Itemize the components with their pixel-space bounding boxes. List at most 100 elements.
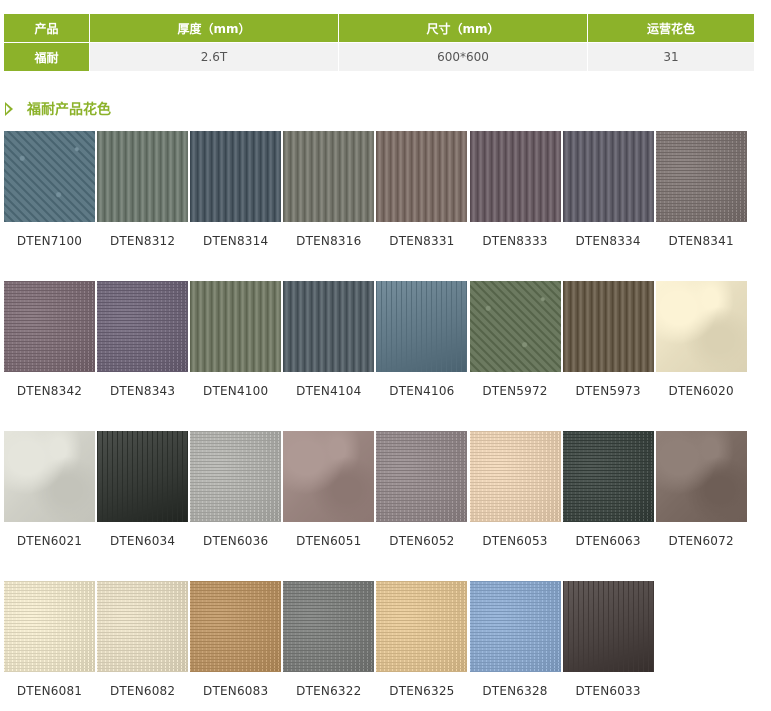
swatch-card[interactable]: DTEN6325 <box>376 581 468 711</box>
swatch-code: DTEN4106 <box>389 384 455 398</box>
swatch-card[interactable]: DTEN6083 <box>190 581 282 711</box>
swatch-image[interactable] <box>562 131 654 222</box>
swatch-texture <box>376 581 468 672</box>
swatch-image[interactable] <box>562 431 654 522</box>
swatch-image[interactable] <box>469 131 561 222</box>
swatch-card[interactable]: DTEN6036 <box>190 431 282 561</box>
swatch-image[interactable] <box>97 281 189 372</box>
swatch-image[interactable] <box>4 131 95 222</box>
swatch-card[interactable]: DTEN8341 <box>655 131 747 261</box>
swatch-image[interactable] <box>190 281 282 372</box>
swatch-image[interactable] <box>283 581 375 672</box>
swatch-image[interactable] <box>562 581 654 672</box>
swatch-code: DTEN6322 <box>296 684 362 698</box>
swatch-card[interactable]: DTEN8334 <box>562 131 654 261</box>
swatch-row: DTEN6081 DTEN6082 DTEN6083 DTEN6322 DTEN6325… <box>4 581 748 711</box>
swatch-image[interactable] <box>469 281 561 372</box>
swatch-image[interactable] <box>469 581 561 672</box>
swatch-image[interactable] <box>376 131 468 222</box>
swatch-card[interactable]: DTEN7100 <box>4 131 95 261</box>
swatch-texture <box>655 131 747 222</box>
swatch-card[interactable]: DTEN6063 <box>562 431 654 561</box>
swatch-row: DTEN6021 DTEN6034 DTEN6036 DTEN6051 DTEN6052… <box>4 431 748 561</box>
swatch-image[interactable] <box>469 431 561 522</box>
swatch-card[interactable]: DTEN6034 <box>97 431 189 561</box>
swatch-card[interactable]: DTEN8342 <box>4 281 95 411</box>
swatch-card[interactable]: DTEN8333 <box>469 131 561 261</box>
swatch-image[interactable] <box>562 281 654 372</box>
swatch-code: DTEN6328 <box>482 684 548 698</box>
swatch-texture <box>4 281 95 372</box>
swatch-code: DTEN8312 <box>109 234 176 248</box>
swatch-image[interactable] <box>190 131 282 222</box>
swatch-texture <box>376 131 468 222</box>
swatch-texture <box>376 281 468 372</box>
swatch-image[interactable] <box>655 131 747 222</box>
spec-product-name: 福耐 <box>3 42 90 72</box>
swatch-card[interactable]: DTEN6081 <box>4 581 95 711</box>
swatch-code: DTEN6020 <box>668 384 734 398</box>
swatch-code: DTEN8331 <box>389 234 455 248</box>
swatch-image[interactable] <box>376 431 468 522</box>
swatch-image[interactable] <box>190 581 282 672</box>
swatch-card[interactable]: DTEN8331 <box>376 131 468 261</box>
swatch-texture <box>190 131 282 222</box>
swatch-image[interactable] <box>190 431 282 522</box>
swatch-image[interactable] <box>97 431 189 522</box>
swatch-card[interactable]: DTEN6051 <box>283 431 375 561</box>
swatch-code: DTEN4100 <box>203 384 269 398</box>
swatch-card[interactable]: DTEN8314 <box>190 131 282 261</box>
swatch-texture <box>4 581 95 672</box>
swatch-texture <box>469 431 561 522</box>
spec-header-row: 产品 厚度（mm） 尺寸（mm） 运营花色 <box>3 13 755 43</box>
swatch-code: DTEN6325 <box>389 684 455 698</box>
swatch-texture <box>4 131 95 222</box>
spec-header-product: 产品 <box>3 13 90 43</box>
swatch-image[interactable] <box>376 581 468 672</box>
swatch-image[interactable] <box>4 281 95 372</box>
swatch-image[interactable] <box>283 131 375 222</box>
swatch-card[interactable]: DTEN5973 <box>562 281 654 411</box>
swatch-image[interactable] <box>655 281 747 372</box>
swatch-code: DTEN5973 <box>575 384 641 398</box>
swatch-card[interactable]: DTEN6072 <box>655 431 747 561</box>
swatch-texture <box>283 581 375 672</box>
swatch-code: DTEN6051 <box>296 534 362 548</box>
swatch-image[interactable] <box>376 281 468 372</box>
swatch-card[interactable]: DTEN6033 <box>562 581 654 711</box>
swatch-card[interactable]: DTEN6020 <box>655 281 747 411</box>
swatch-image[interactable] <box>97 131 189 222</box>
swatch-code: DTEN8316 <box>296 234 362 248</box>
spec-thickness-value: 2.6T <box>89 42 339 72</box>
swatch-code: DTEN5972 <box>482 384 548 398</box>
swatch-card[interactable]: DTEN6082 <box>97 581 189 711</box>
swatch-card[interactable]: DTEN8316 <box>283 131 375 261</box>
swatch-card[interactable]: DTEN5972 <box>469 281 561 411</box>
swatch-card[interactable]: DTEN6328 <box>469 581 561 711</box>
swatch-card[interactable]: DTEN4106 <box>376 281 468 411</box>
swatch-texture <box>190 581 282 672</box>
swatch-image[interactable] <box>283 281 375 372</box>
swatch-card[interactable]: DTEN4104 <box>283 281 375 411</box>
swatch-card[interactable]: DTEN6322 <box>283 581 375 711</box>
swatch-card[interactable]: DTEN8312 <box>97 131 189 261</box>
swatch-code: DTEN6036 <box>203 534 269 548</box>
swatch-card[interactable]: DTEN4100 <box>190 281 282 411</box>
swatch-card[interactable]: DTEN6052 <box>376 431 468 561</box>
swatch-texture <box>562 431 654 522</box>
swatch-code: DTEN6081 <box>16 684 83 698</box>
swatch-card[interactable]: DTEN6021 <box>4 431 95 561</box>
swatch-image[interactable] <box>655 431 747 522</box>
swatch-card[interactable]: DTEN6053 <box>469 431 561 561</box>
swatch-row: DTEN7100 DTEN8312 DTEN8314 DTEN8316 DTEN8331… <box>4 131 748 261</box>
swatch-texture <box>469 581 561 672</box>
swatch-image[interactable] <box>4 431 95 522</box>
swatch-code: DTEN6082 <box>109 684 176 698</box>
swatch-texture <box>376 431 468 522</box>
swatch-image[interactable] <box>283 431 375 522</box>
swatch-texture <box>97 131 189 222</box>
swatch-code: DTEN4104 <box>296 384 362 398</box>
swatch-card[interactable]: DTEN8343 <box>97 281 189 411</box>
swatch-image[interactable] <box>4 581 95 672</box>
swatch-image[interactable] <box>97 581 189 672</box>
